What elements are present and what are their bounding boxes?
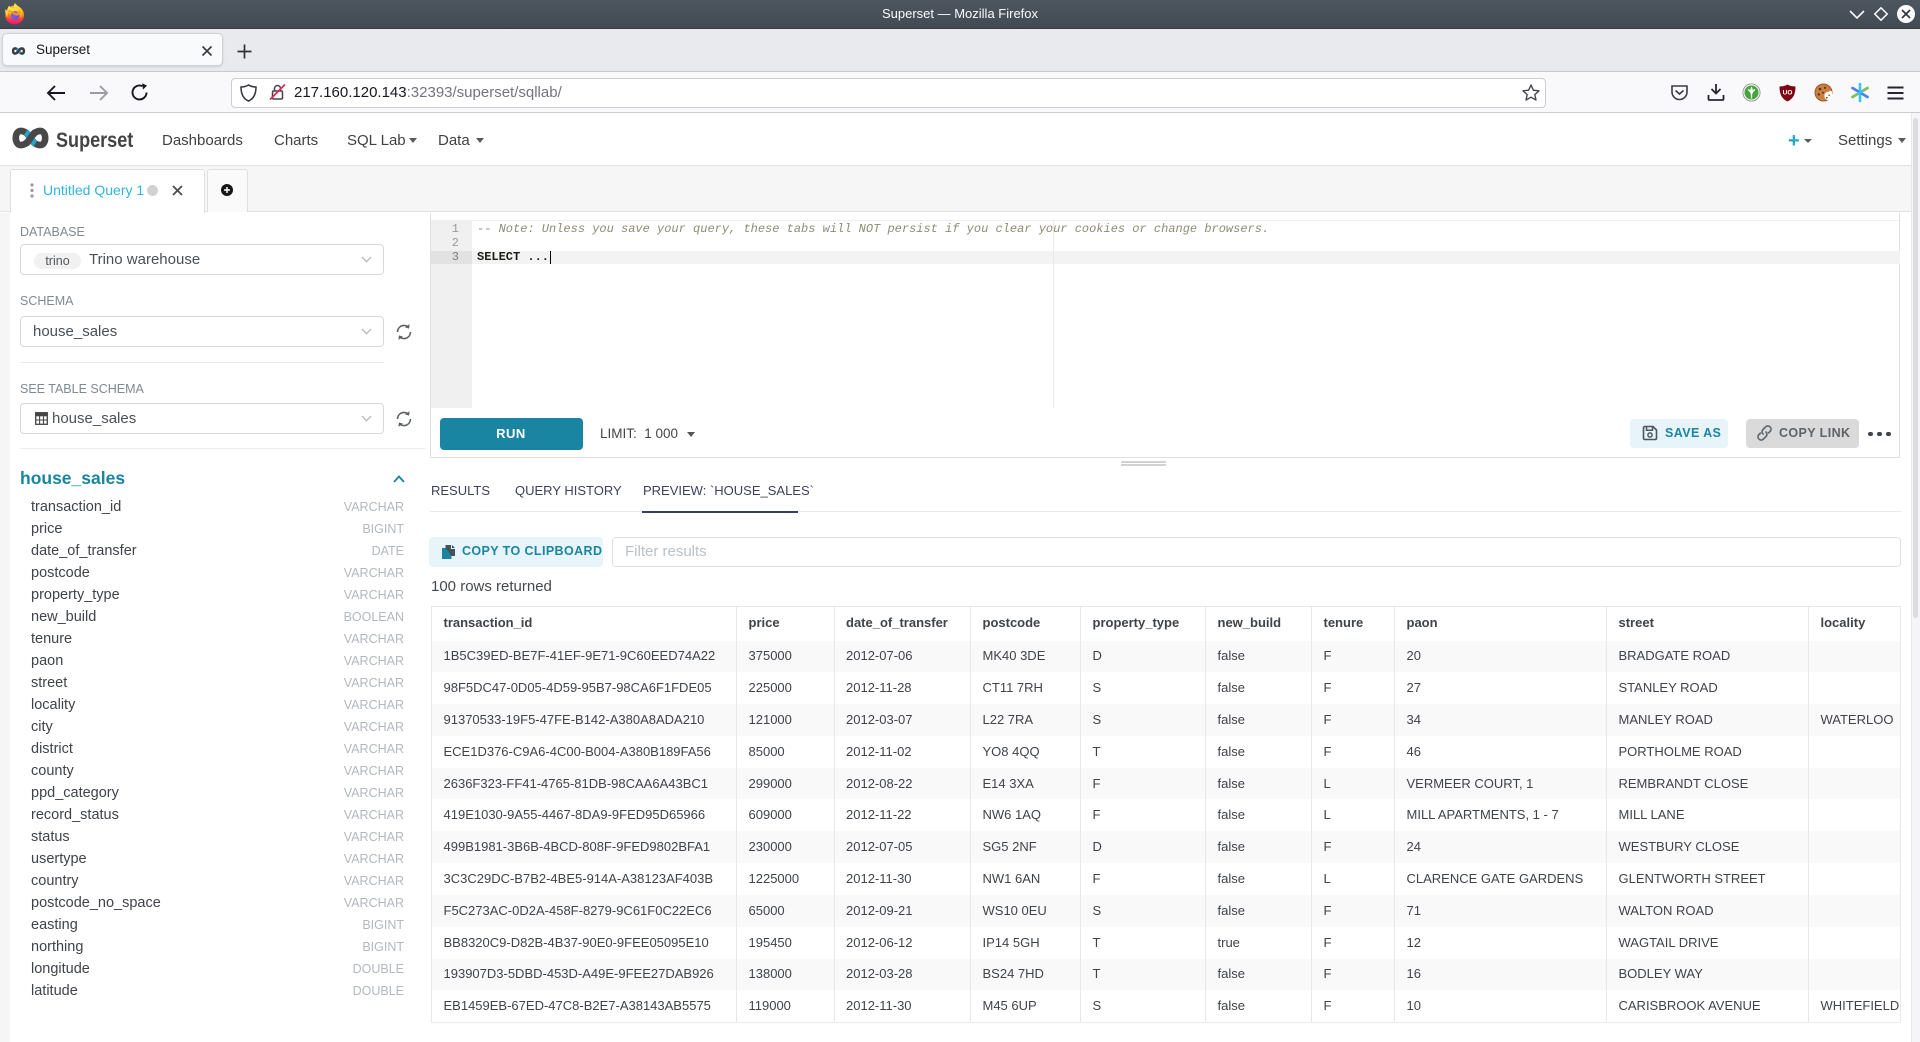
svg-text:UO: UO <box>1783 90 1793 97</box>
